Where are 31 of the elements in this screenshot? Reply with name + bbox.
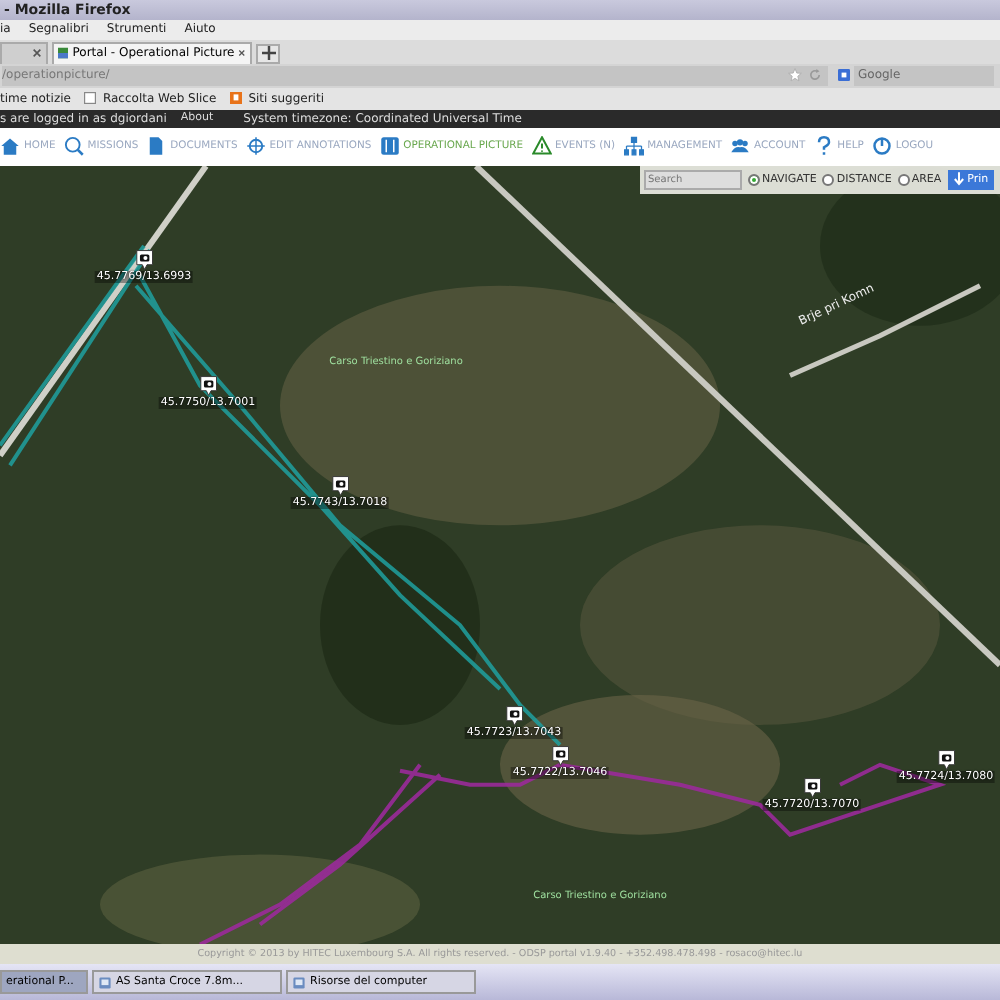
camera-marker-icon[interactable] — [802, 777, 822, 800]
search-engine-icon[interactable] — [838, 68, 850, 83]
radio-icon[interactable] — [897, 173, 910, 186]
close-icon[interactable] — [32, 48, 42, 59]
download-icon — [953, 172, 964, 187]
new-tab-button[interactable] — [256, 43, 280, 64]
map-icon — [379, 136, 400, 157]
camera-marker-icon[interactable] — [504, 705, 524, 728]
window-icon — [292, 975, 306, 990]
help-icon — [813, 136, 834, 157]
window-icon — [98, 975, 112, 990]
radio-icon[interactable] — [748, 173, 760, 186]
warning-icon — [531, 136, 552, 157]
document-icon — [146, 136, 167, 157]
bookmark-icon — [230, 92, 243, 105]
camera-marker-icon[interactable] — [134, 249, 154, 272]
search-icon — [63, 136, 84, 157]
close-icon[interactable] — [238, 48, 246, 59]
star-icon[interactable] — [788, 68, 802, 83]
crosshair-icon — [245, 136, 266, 157]
browser-tab[interactable] — [0, 41, 48, 64]
hierarchy-icon — [623, 136, 644, 157]
camera-marker-icon[interactable] — [550, 745, 570, 768]
camera-marker-icon[interactable] — [936, 749, 956, 772]
home-icon — [0, 136, 20, 157]
radio-icon[interactable] — [822, 173, 835, 186]
map-icon — [58, 46, 69, 61]
camera-marker-icon[interactable] — [198, 374, 218, 397]
people-icon — [730, 136, 751, 157]
web-slice-icon — [84, 92, 97, 105]
power-icon — [871, 136, 892, 157]
